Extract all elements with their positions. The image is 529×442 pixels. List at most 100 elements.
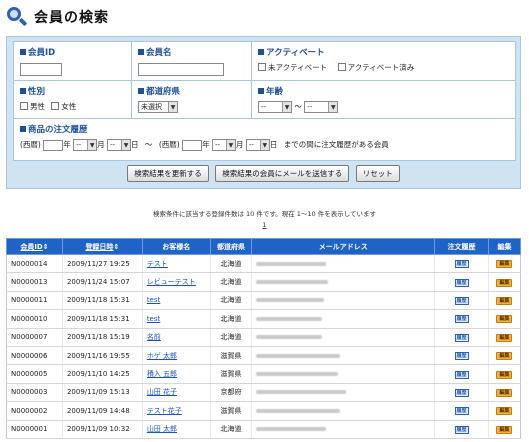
order-history-icon[interactable]: 履歴: [454, 425, 469, 434]
cell-email: [251, 309, 435, 329]
order-from-day-select[interactable]: -- ▼: [107, 139, 132, 151]
search-button-row: 検索結果を更新する 検索結果の会員にメールを送信する リセット: [7, 165, 520, 182]
edit-button[interactable]: 編集: [496, 278, 513, 287]
chevron-down-icon: ▼: [282, 102, 291, 112]
order-history-icon[interactable]: 履歴: [454, 333, 469, 342]
age-to-select[interactable]: -- ▼: [304, 101, 339, 113]
cell-prefecture: 滋賀県: [209, 346, 252, 366]
cell-member-id: N0000010: [6, 309, 63, 329]
age-separator: 〜: [294, 102, 302, 111]
order-history-icon[interactable]: 履歴: [454, 315, 469, 324]
active-option-label: アクティベート済み: [347, 63, 415, 72]
order-history-range: (西暦) 年 -- ▼ 月 -- ▼ 日 〜 (西暦) 年 -- ▼ 月 -- ▼ 日 までの間…: [20, 139, 389, 151]
edit-button[interactable]: 編集: [496, 370, 513, 379]
customer-name-link[interactable]: test: [147, 296, 160, 304]
customer-name-link[interactable]: 山田 太郎: [147, 425, 177, 433]
page-title: 会員の検索: [34, 10, 109, 26]
male-option-label: 男性: [30, 102, 45, 111]
cell-registered: 2009/11/09 10:32: [61, 420, 143, 439]
active-checkbox[interactable]: [337, 63, 346, 71]
col-prefecture: 都道府県: [209, 238, 253, 255]
order-history-icon[interactable]: 履歴: [454, 388, 469, 397]
customer-name-link[interactable]: テスト花子: [147, 407, 182, 415]
order-history-icon[interactable]: 履歴: [454, 260, 469, 269]
edit-button[interactable]: 編集: [496, 333, 513, 342]
customer-name-link[interactable]: 積入 五郎: [147, 370, 177, 378]
cell-prefecture: 京都府: [209, 383, 252, 403]
chevron-down-icon: ▼: [168, 102, 177, 112]
cell-email: [251, 401, 435, 421]
results-table: 会員ID⇕ 登録日時⇕ お客様名 都道府県 メールアドレス 注文履歴 編集 N0…: [6, 238, 522, 439]
edit-button[interactable]: 編集: [496, 425, 513, 434]
order-history-icon[interactable]: 履歴: [454, 278, 469, 287]
table-row: N0000014 2009/11/27 19:25 テスト 北海道 履歴 編集: [6, 254, 522, 274]
table-row: N0000010 2009/11/18 15:31 test 北海道 履歴 編集: [6, 309, 522, 329]
inactive-option-label: 未アクティベート: [268, 63, 328, 72]
order-history-icon[interactable]: 履歴: [454, 370, 469, 379]
inactive-checkbox[interactable]: [258, 63, 266, 71]
page-header: 会員の検索: [6, 6, 109, 28]
cell-registered: 2009/11/27 19:25: [61, 254, 143, 274]
cell-member-id: N0000013: [6, 272, 63, 292]
sort-icon: ⇕: [42, 242, 49, 251]
order-to-month-select[interactable]: -- ▼: [211, 139, 236, 151]
reset-button[interactable]: リセット: [355, 165, 400, 182]
results-header-row: 会員ID⇕ 登録日時⇕ お客様名 都道府県 メールアドレス 注文履歴 編集: [6, 238, 522, 255]
update-results-button[interactable]: 検索結果を更新する: [127, 165, 209, 182]
col-edit: 編集: [487, 238, 522, 255]
redacted-email: [256, 316, 323, 321]
edit-button[interactable]: 編集: [496, 296, 513, 305]
col-member-id[interactable]: 会員ID⇕: [6, 238, 63, 255]
customer-name-link[interactable]: 名前: [147, 333, 161, 341]
order-from-year-input[interactable]: [43, 139, 64, 151]
member-name-label: 会員名: [138, 46, 245, 58]
order-to-year-input[interactable]: [182, 139, 203, 151]
customer-name-link[interactable]: ホゲ 太郎: [147, 352, 177, 360]
edit-button[interactable]: 編集: [496, 388, 513, 397]
chevron-down-icon: ▼: [328, 102, 338, 112]
chevron-down-icon: ▼: [121, 140, 131, 150]
order-history-icon[interactable]: 履歴: [454, 296, 469, 305]
customer-name-link[interactable]: テスト: [147, 260, 168, 268]
col-name: お客様名: [141, 238, 211, 255]
customer-name-link[interactable]: test: [147, 315, 160, 323]
age-from-select[interactable]: -- ▼: [258, 101, 292, 113]
edit-button[interactable]: 編集: [496, 352, 513, 361]
cell-prefecture: 北海道: [209, 291, 252, 311]
member-name-input[interactable]: [138, 63, 224, 76]
cell-email: [251, 328, 435, 347]
table-row: N0000007 2009/11/18 15:19 名前 北海道 履歴 編集: [6, 328, 522, 347]
order-history-label: 商品の注文履歴: [20, 123, 509, 135]
cell-registered: 2009/11/09 14:48: [61, 401, 143, 421]
search-form: 会員ID 会員名 アクティベート 未アクティベート アクティベート済み 性別 男…: [13, 41, 516, 161]
customer-name-link[interactable]: 山田 花子: [147, 388, 177, 396]
table-row: N0000013 2009/11/24 15:07 レビューテスト 北海道 履歴 編集: [6, 272, 522, 292]
cell-member-id: N0000002: [6, 401, 63, 421]
edit-button[interactable]: 編集: [496, 260, 513, 269]
cell-prefecture: 北海道: [209, 254, 252, 274]
order-to-day-select[interactable]: -- ▼: [245, 139, 270, 151]
cell-member-id: N0000001: [6, 420, 63, 439]
chevron-down-icon: ▼: [87, 140, 97, 150]
table-row: N0000003 2009/11/09 15:13 山田 花子 京都府 履歴 編集: [6, 383, 522, 403]
edit-button[interactable]: 編集: [496, 407, 513, 416]
customer-name-link[interactable]: レビューテスト: [147, 278, 196, 286]
table-row: N0000005 2009/11/10 14:25 積入 五郎 滋賀県 履歴 編集: [6, 364, 522, 384]
female-checkbox[interactable]: [51, 102, 60, 110]
col-registered[interactable]: 登録日時⇕: [61, 238, 143, 255]
order-history-icon[interactable]: 履歴: [454, 352, 469, 361]
cell-member-id: N0000014: [6, 254, 63, 274]
order-history-icon[interactable]: 履歴: [454, 407, 469, 416]
member-id-input[interactable]: [20, 63, 62, 76]
prefecture-select[interactable]: 未選択 ▼: [138, 101, 178, 113]
cell-registered: 2009/11/18 15:31: [61, 291, 143, 311]
cell-email: [251, 254, 435, 274]
send-mail-button[interactable]: 検索結果の会員にメールを送信する: [215, 165, 350, 182]
col-email: メールアドレス: [251, 238, 436, 255]
edit-button[interactable]: 編集: [496, 315, 513, 324]
order-from-month-select[interactable]: -- ▼: [73, 139, 98, 151]
page-link-1[interactable]: 1: [262, 221, 266, 229]
male-checkbox[interactable]: [20, 102, 28, 110]
redacted-email: [256, 280, 329, 285]
redacted-email: [256, 390, 347, 395]
